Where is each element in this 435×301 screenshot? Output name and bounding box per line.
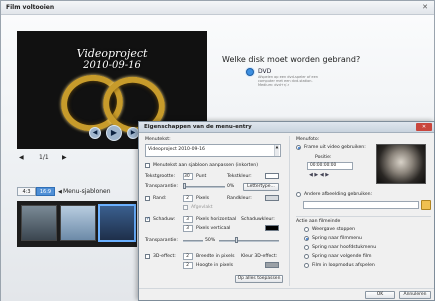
action-radio-chaptermenu[interactable] bbox=[304, 245, 309, 250]
autosize-label: Menutekst aan sjabloon aanpassen (inkort… bbox=[153, 163, 258, 168]
scroll-icon[interactable]: ▲ bbox=[274, 145, 279, 156]
dialog-title: Eigenschappen van de menu-entry bbox=[139, 122, 434, 133]
transparency2-label: Transparantie: bbox=[145, 238, 178, 243]
textcolor-swatch[interactable] bbox=[265, 173, 279, 179]
action-filmmenu-label: Spring naar filmmenu bbox=[312, 236, 362, 241]
shadow-v-label: Pixels verticaal bbox=[196, 226, 231, 231]
transparency2-knob[interactable] bbox=[235, 237, 238, 243]
effect3d-w-label: Breedte in pixels bbox=[196, 254, 235, 259]
menutext-label: Menutekst: bbox=[145, 137, 171, 142]
action-label: Actie aan filmeinde bbox=[296, 219, 341, 224]
other-image-path[interactable] bbox=[303, 201, 419, 209]
frame-label: Frame uit video gebruiken: bbox=[304, 145, 366, 150]
fontsize-stepper[interactable]: 30 bbox=[183, 173, 193, 180]
textcolor-label: Tekstkleur: bbox=[227, 174, 252, 179]
transparency-slider[interactable] bbox=[183, 186, 225, 188]
transparency-knob[interactable] bbox=[183, 183, 186, 189]
edge-label: Rand: bbox=[153, 196, 167, 201]
action-chaptermenu-label: Spring naar hoofdstukmenu bbox=[312, 245, 377, 250]
shadow-v-stepper[interactable]: 3 bbox=[183, 225, 193, 232]
action-loop-label: Film in loopmodus afspelen bbox=[312, 263, 375, 268]
effect3d-h-label: Hoogte in pixels bbox=[196, 263, 233, 268]
shadowcolor-swatch[interactable] bbox=[265, 225, 279, 231]
footer-divider bbox=[139, 288, 434, 289]
menu-entry-dialog: Eigenschappen van de menu-entry ✕ Menute… bbox=[138, 121, 435, 301]
template-thumb[interactable] bbox=[21, 205, 57, 241]
shadow-h-label: Pixels horizontaal bbox=[196, 217, 237, 222]
smooth-label: Afgevlakt bbox=[191, 205, 213, 210]
templates-label: Menu-sjablonen bbox=[63, 188, 111, 195]
edge-stepper[interactable]: 2 bbox=[183, 195, 193, 202]
shadow-label: Schaduw: bbox=[153, 217, 176, 222]
other-image-label: Andere afbeelding gebruiken: bbox=[304, 192, 373, 197]
templates-arrow-icon[interactable]: ◀ bbox=[58, 189, 62, 195]
effect3dcolor-swatch[interactable] bbox=[265, 262, 279, 268]
action-radio-stop[interactable] bbox=[304, 227, 309, 232]
other-image-radio[interactable] bbox=[296, 192, 301, 197]
preview-date: 2010-09-16 bbox=[83, 60, 141, 71]
action-radio-filmmenu[interactable] bbox=[304, 236, 309, 241]
effect3d-w-stepper[interactable]: 2 bbox=[183, 253, 193, 260]
effect3d-label: 3D-effect: bbox=[153, 254, 176, 259]
effect3dcolor-label: Kleur 3D-effect: bbox=[241, 254, 278, 259]
close-icon[interactable]: ✕ bbox=[416, 123, 432, 131]
dvd-radio[interactable] bbox=[246, 68, 254, 76]
font-type-button[interactable]: Lettertype... bbox=[243, 183, 279, 191]
frame-radio[interactable] bbox=[296, 145, 301, 150]
aspect-4-3-button[interactable]: 4:3 bbox=[17, 187, 36, 196]
aspect-selector: 4:3 16:9 bbox=[17, 187, 57, 196]
template-thumb-selected[interactable] bbox=[99, 205, 135, 241]
transparency2-track[interactable] bbox=[219, 240, 279, 242]
menutext-input[interactable]: Videoproject 2010-09-16 ▲ bbox=[145, 144, 281, 157]
shadow-h-stepper[interactable]: 3 bbox=[183, 216, 193, 223]
fontsize-label: Tekstgrootte: bbox=[145, 174, 176, 179]
preview-title: Videoproject bbox=[76, 47, 148, 60]
shadow-checkbox[interactable] bbox=[145, 216, 150, 222]
frame-nav-icons[interactable]: ◀ ▶ ◀ ▶ bbox=[309, 172, 353, 178]
menutext-value: Videoproject 2010-09-16 bbox=[148, 147, 205, 152]
photo-thumbnail bbox=[376, 144, 426, 184]
action-nextfilm-label: Spring naar volgende film bbox=[312, 254, 372, 259]
page-indicator: 1/1 bbox=[39, 154, 49, 161]
transparency2-value: 50% bbox=[205, 238, 216, 243]
dvd-description: Afspelen op een dvd-speler of een comput… bbox=[258, 75, 318, 87]
column-divider bbox=[289, 136, 290, 286]
edgecolor-label: Randkleur: bbox=[227, 196, 252, 201]
dvd-label: DVD bbox=[258, 68, 272, 75]
apply-all-button[interactable]: Op alles toepassen bbox=[235, 275, 283, 283]
effect3d-h-stepper[interactable]: 2 bbox=[183, 262, 193, 269]
transparency-value: 0% bbox=[227, 184, 235, 189]
edge-unit: Pixels bbox=[196, 196, 210, 201]
shadowcolor-label: Schaduwkleur: bbox=[241, 217, 275, 222]
smooth-checkbox[interactable] bbox=[183, 205, 188, 210]
action-stop-label: Weergave stoppen bbox=[312, 227, 356, 232]
rewind-icon[interactable]: ◀ bbox=[89, 127, 101, 139]
position-label: Positie: bbox=[315, 155, 332, 160]
edge-checkbox[interactable] bbox=[145, 196, 150, 201]
folder-icon[interactable] bbox=[421, 200, 431, 210]
close-icon[interactable]: ✕ bbox=[419, 2, 431, 13]
effect3d-checkbox[interactable] bbox=[145, 254, 150, 259]
action-radio-loop[interactable] bbox=[304, 263, 309, 268]
template-thumb[interactable] bbox=[60, 205, 96, 241]
ok-button[interactable]: OK bbox=[365, 291, 395, 299]
transparency2-slider[interactable] bbox=[183, 240, 203, 242]
position-field[interactable]: 00:00:00:00 bbox=[307, 162, 353, 170]
fontsize-unit: Punt bbox=[196, 174, 207, 179]
next-page-icon[interactable]: ▶ bbox=[62, 154, 67, 161]
cancel-button[interactable]: Annuleren bbox=[399, 291, 431, 299]
action-radio-nextfilm[interactable] bbox=[304, 254, 309, 259]
section-divider bbox=[296, 216, 431, 217]
play-icon[interactable]: ▶ bbox=[106, 125, 122, 141]
aspect-16-9-button[interactable]: 16:9 bbox=[36, 187, 55, 196]
menu-photo-label: Menufoto: bbox=[296, 137, 320, 142]
disk-question: Welke disk moet worden gebrand? bbox=[222, 55, 361, 64]
prev-page-icon[interactable]: ◀ bbox=[19, 154, 24, 161]
window-title: Film voltooien bbox=[1, 1, 434, 15]
edgecolor-swatch[interactable] bbox=[265, 195, 279, 201]
template-strip bbox=[17, 201, 137, 247]
autosize-checkbox[interactable] bbox=[145, 163, 150, 168]
transparency-label: Transparantie: bbox=[145, 184, 178, 189]
